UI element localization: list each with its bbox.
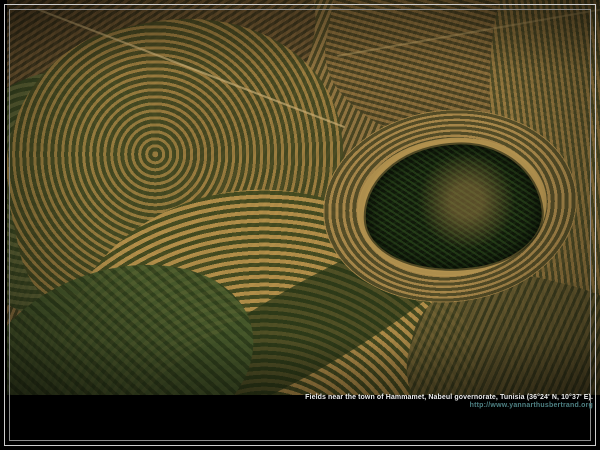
caption-title: Fields near the town of Hammamet, Nabeul… — [305, 394, 593, 402]
desktop-wallpaper: Fields near the town of Hammamet, Nabeul… — [0, 0, 600, 450]
aerial-photo — [7, 0, 600, 395]
photo-vignette — [7, 0, 600, 395]
photo-caption: Fields near the town of Hammamet, Nabeul… — [305, 394, 593, 410]
caption-url: http://www.yannarthusbertrand.org — [305, 402, 593, 410]
